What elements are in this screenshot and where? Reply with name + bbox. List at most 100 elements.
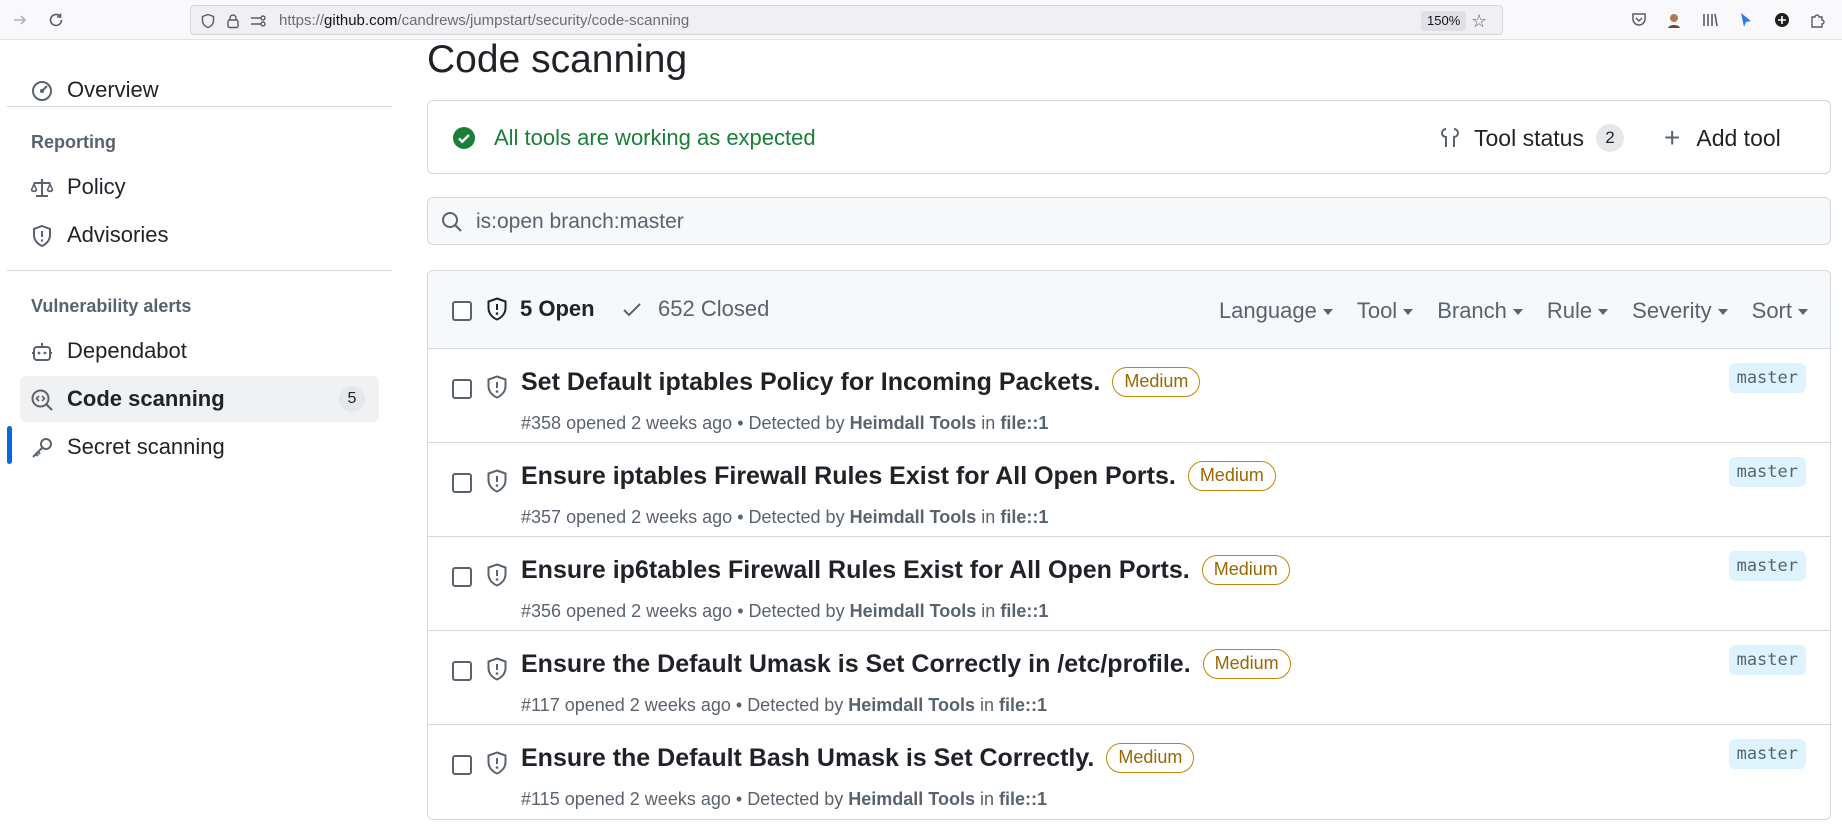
sidebar-item-code-scanning[interactable]: Code scanning 5 xyxy=(20,376,379,422)
check-circle-icon xyxy=(453,127,475,149)
chevron-down-icon xyxy=(1717,309,1728,315)
forward-icon[interactable] xyxy=(8,8,32,32)
alerts-list-header: 5 Open 652 Closed Language Tool Branch R… xyxy=(428,271,1830,349)
permissions-icon[interactable] xyxy=(249,12,267,30)
alert-row: Ensure ip6tables Firewall Rules Exist fo… xyxy=(428,537,1830,631)
tracking-shield-icon[interactable] xyxy=(199,12,217,30)
shield-icon xyxy=(33,224,51,248)
chevron-down-icon xyxy=(1798,309,1808,315)
codescan-icon xyxy=(31,389,53,411)
alert-checkbox[interactable] xyxy=(452,379,472,399)
rule-filter[interactable]: Rule xyxy=(1547,298,1609,324)
select-all-checkbox[interactable] xyxy=(452,301,472,321)
lock-icon[interactable] xyxy=(224,12,242,30)
alert-checkbox[interactable] xyxy=(452,661,472,681)
library-icon[interactable] xyxy=(1699,9,1721,31)
alerts-list: 5 Open 652 Closed Language Tool Branch R… xyxy=(427,270,1831,820)
alert-meta: #117 opened 2 weeks ago • Detected by He… xyxy=(521,695,1048,715)
sidebar-item-secret-scanning[interactable]: Secret scanning xyxy=(20,424,379,470)
page-title: Code scanning xyxy=(427,38,688,81)
alert-meta: #358 opened 2 weeks ago • Detected by He… xyxy=(521,413,1049,433)
branch-label[interactable]: master xyxy=(1728,739,1806,769)
open-count-label: 5 Open xyxy=(520,296,595,321)
branch-label[interactable]: master xyxy=(1728,645,1806,675)
chevron-down-icon xyxy=(1322,309,1333,315)
alerts-search-input[interactable]: is:open branch:master xyxy=(427,197,1831,245)
sidebar-item-advisories[interactable]: Advisories xyxy=(20,212,379,258)
tools-icon xyxy=(1441,128,1459,147)
chevron-down-icon xyxy=(1512,309,1523,315)
shield-icon xyxy=(487,469,507,493)
search-icon xyxy=(442,212,462,232)
alert-checkbox[interactable] xyxy=(452,755,472,775)
tool-status-button[interactable]: Tool status 2 xyxy=(1438,115,1624,161)
alert-title-link[interactable]: Ensure the Default Bash Umask is Set Cor… xyxy=(521,743,1195,773)
shield-icon xyxy=(487,563,507,587)
sidebar-item-count: 5 xyxy=(339,386,365,412)
tool-status-message: All tools are working as expected xyxy=(494,125,816,150)
alert-title-link[interactable]: Ensure iptables Firewall Rules Exist for… xyxy=(521,461,1276,491)
law-icon xyxy=(30,179,54,197)
language-filter[interactable]: Language xyxy=(1219,298,1333,324)
severity-filter[interactable]: Severity xyxy=(1632,298,1728,324)
severity-label: Medium xyxy=(1201,555,1290,585)
sidebar-item-label: Code scanning xyxy=(67,386,225,411)
sidebar-item-label: Policy xyxy=(67,174,126,199)
url-text[interactable]: https://github.com/candrews/jumpstart/se… xyxy=(279,12,689,29)
filter-bar: Language Tool Branch Rule Severity Sort xyxy=(1195,298,1808,324)
check-icon xyxy=(623,303,641,317)
branch-filter[interactable]: Branch xyxy=(1437,298,1523,324)
zoom-level[interactable]: 150% xyxy=(1421,11,1467,31)
sidebar-heading-reporting: Reporting xyxy=(31,132,116,152)
sidebar-item-dependabot[interactable]: Dependabot xyxy=(20,328,379,374)
active-indicator xyxy=(7,426,12,464)
pocket-icon[interactable] xyxy=(1628,9,1650,31)
sidebar-item-label: Overview xyxy=(67,77,159,102)
chevron-down-icon xyxy=(1598,309,1609,315)
branch-label[interactable]: master xyxy=(1728,363,1806,393)
sidebar-item-policy[interactable]: Policy xyxy=(20,164,379,210)
cursor-extension-icon[interactable] xyxy=(1735,9,1757,31)
shield-icon xyxy=(487,657,507,681)
dependabot-icon xyxy=(32,343,52,361)
extensions-puzzle-icon[interactable] xyxy=(1806,9,1828,31)
security-sidebar: Overview Reporting Policy Advisories Vul… xyxy=(0,40,400,833)
open-alerts-tab[interactable]: 5 Open xyxy=(486,296,595,322)
branch-label[interactable]: master xyxy=(1728,457,1806,487)
alert-title-link[interactable]: Ensure ip6tables Firewall Rules Exist fo… xyxy=(521,555,1290,585)
add-tool-label: Add tool xyxy=(1696,124,1781,151)
shield-icon xyxy=(487,751,507,775)
account-avatar-icon[interactable] xyxy=(1663,9,1685,31)
alert-row: Ensure iptables Firewall Rules Exist for… xyxy=(428,443,1830,537)
severity-label: Medium xyxy=(1202,649,1291,679)
search-query: is:open branch:master xyxy=(476,210,684,233)
plus-icon: + xyxy=(1664,122,1681,153)
browser-toolbar: https://github.com/candrews/jumpstart/se… xyxy=(0,0,1842,40)
sidebar-item-label: Dependabot xyxy=(67,338,187,363)
alert-row: Ensure the Default Bash Umask is Set Cor… xyxy=(428,725,1830,819)
key-icon xyxy=(32,438,52,458)
severity-label: Medium xyxy=(1106,743,1195,773)
severity-label: Medium xyxy=(1112,367,1201,397)
tool-status-count: 2 xyxy=(1595,124,1624,152)
extension-logo-icon[interactable] xyxy=(1771,9,1793,31)
sort-dropdown[interactable]: Sort xyxy=(1752,298,1808,324)
bookmark-star-icon[interactable]: ☆ xyxy=(1471,11,1487,32)
shield-icon xyxy=(487,375,507,399)
tool-status-panel: All tools are working as expected Tool s… xyxy=(427,100,1831,174)
reload-icon[interactable] xyxy=(44,8,68,32)
address-bar[interactable]: https://github.com/candrews/jumpstart/se… xyxy=(190,5,1503,35)
alert-checkbox[interactable] xyxy=(452,473,472,493)
tool-filter[interactable]: Tool xyxy=(1357,298,1414,324)
sidebar-item-label: Secret scanning xyxy=(67,434,225,459)
tool-status-label: Tool status xyxy=(1474,124,1584,151)
alert-title-link[interactable]: Ensure the Default Umask is Set Correctl… xyxy=(521,649,1291,679)
alert-meta: #356 opened 2 weeks ago • Detected by He… xyxy=(521,601,1049,621)
add-tool-button[interactable]: + Add tool xyxy=(1664,115,1781,161)
closed-alerts-tab[interactable]: 652 Closed xyxy=(620,296,769,322)
chevron-down-icon xyxy=(1403,309,1414,315)
meter-icon xyxy=(32,81,52,101)
alert-checkbox[interactable] xyxy=(452,567,472,587)
branch-label[interactable]: master xyxy=(1728,551,1806,581)
alert-title-link[interactable]: Set Default iptables Policy for Incoming… xyxy=(521,367,1201,397)
